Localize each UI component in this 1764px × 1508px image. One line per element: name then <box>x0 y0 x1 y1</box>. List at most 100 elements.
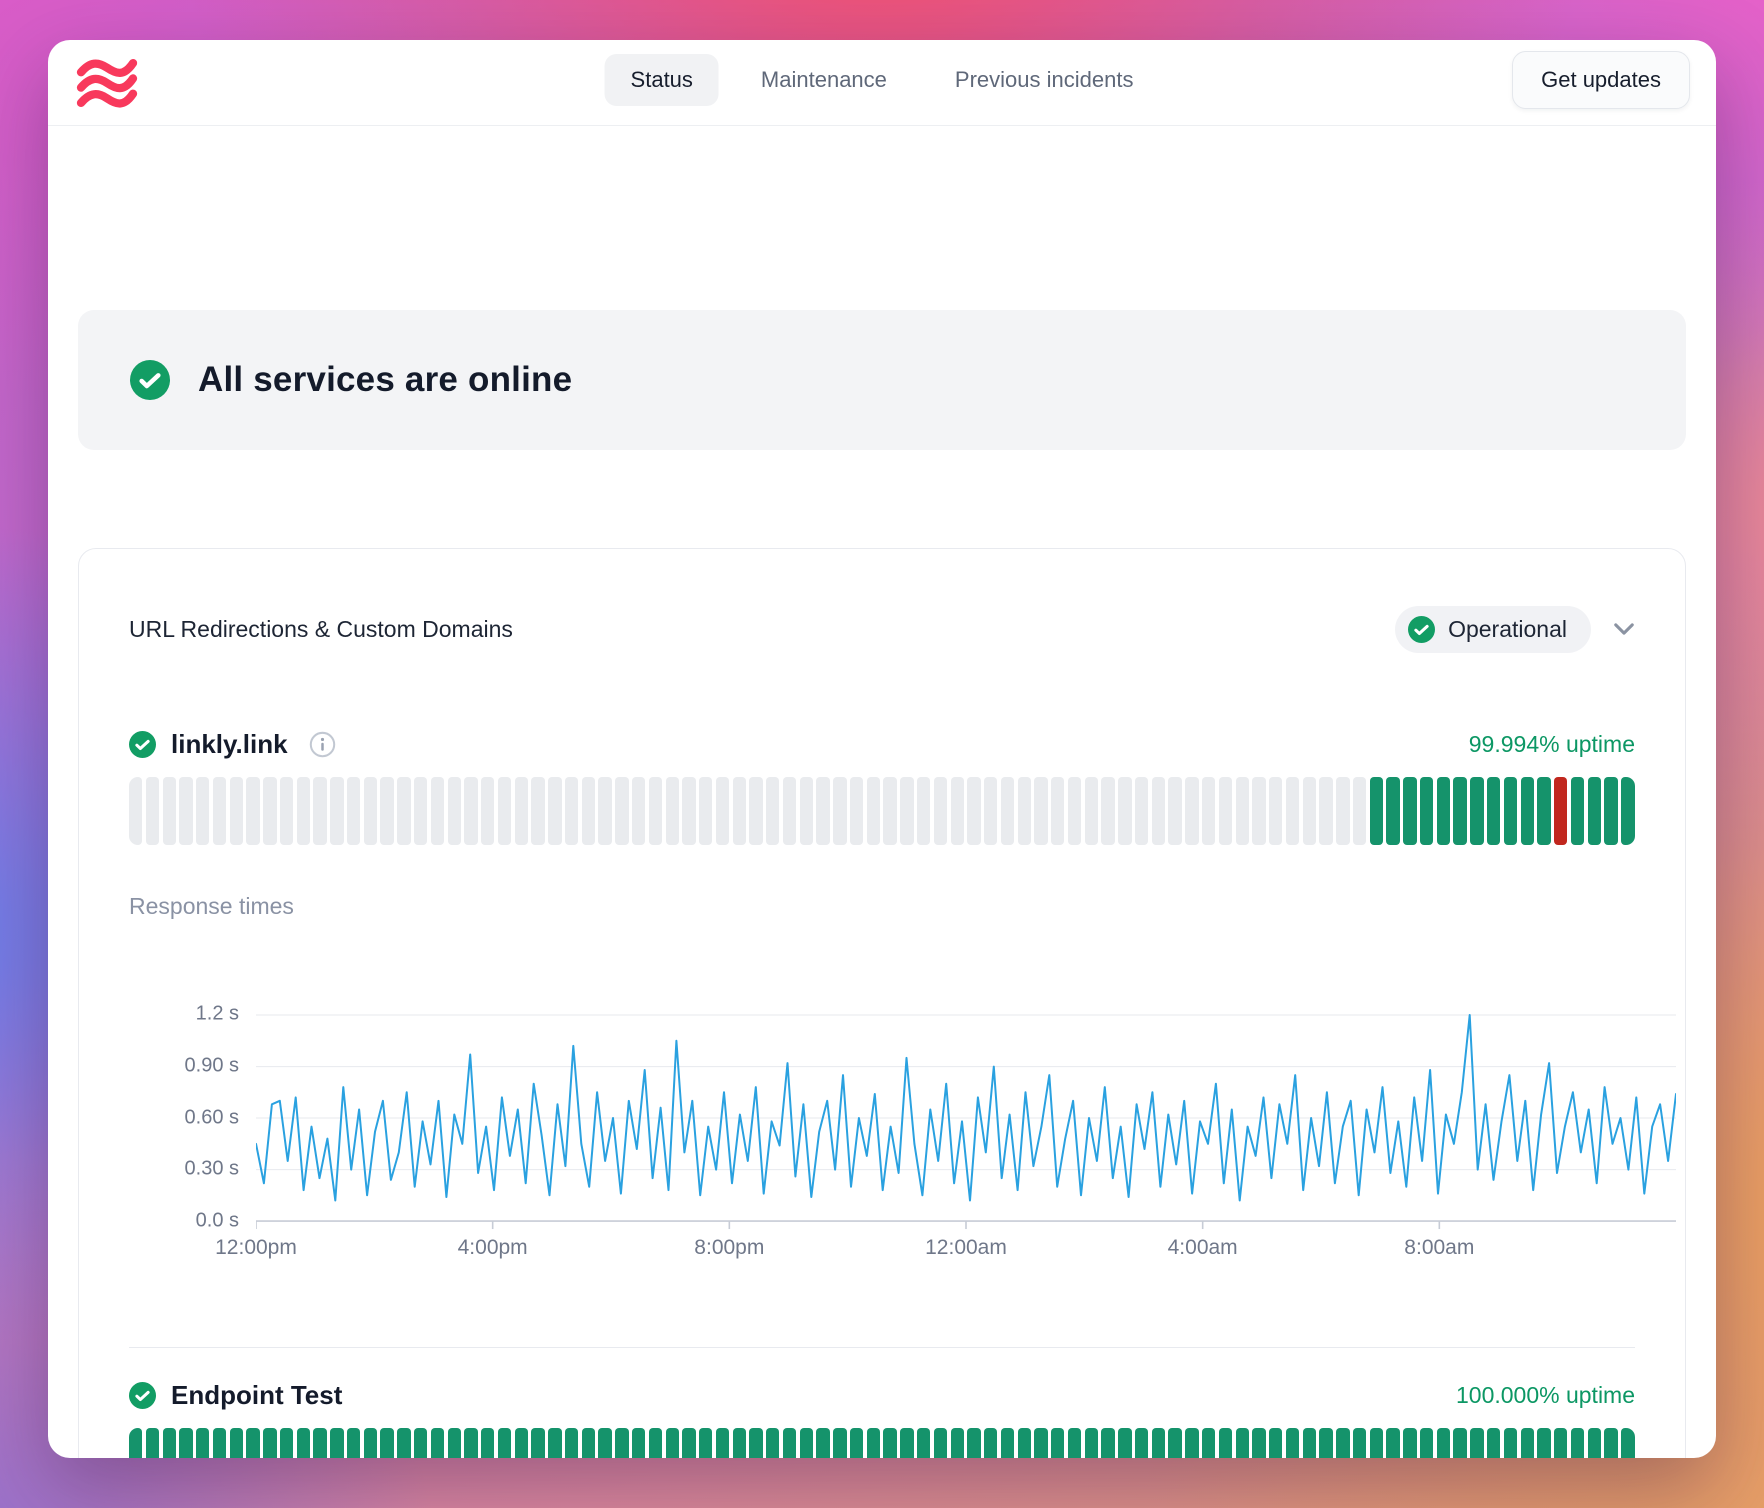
uptime-segment-up <box>364 1428 377 1458</box>
tab-maintenance[interactable]: Maintenance <box>735 54 913 106</box>
uptime-segment-empty <box>196 777 209 845</box>
x-tick-label: 8:00am <box>1404 1236 1474 1260</box>
uptime-segment-empty <box>934 777 947 845</box>
uptime-segment-empty <box>397 777 410 845</box>
uptime-segment-empty <box>967 777 980 845</box>
y-tick-label: 0.0 s <box>196 1210 239 1233</box>
uptime-segment-up <box>699 1428 712 1458</box>
uptime-segment-up <box>1202 1428 1215 1458</box>
uptime-segment-up <box>1135 1428 1148 1458</box>
uptime-segment-empty <box>1219 777 1232 845</box>
x-tick-label: 4:00am <box>1168 1236 1238 1260</box>
x-tick-label: 12:00am <box>925 1236 1007 1260</box>
uptime-segment-up <box>1068 1428 1081 1458</box>
uptime-segment-empty <box>1001 777 1014 845</box>
uptime-segment-up <box>1521 1428 1534 1458</box>
get-updates-button[interactable]: Get updates <box>1512 51 1690 109</box>
tab-status[interactable]: Status <box>605 54 719 106</box>
uptime-segment-up <box>280 1428 293 1458</box>
uptime-segment-up <box>934 1428 947 1458</box>
uptime-segment-empty <box>1286 777 1299 845</box>
uptime-segment-empty <box>800 777 813 845</box>
uptime-segment-up <box>498 1428 511 1458</box>
uptime-segment-empty <box>1202 777 1215 845</box>
uptime-segment-empty <box>1168 777 1181 845</box>
uptime-segment-down <box>1554 777 1567 845</box>
uptime-segment-empty <box>1269 777 1282 845</box>
response-time-line-series <box>256 1015 1676 1200</box>
uptime-segment-empty <box>766 777 779 845</box>
nav-tabs: Status Maintenance Previous incidents <box>605 54 1160 106</box>
uptime-segment-empty <box>850 777 863 845</box>
uptime-segment-empty <box>414 777 427 845</box>
uptime-segment-up <box>615 1428 628 1458</box>
uptime-segment-up <box>213 1428 226 1458</box>
uptime-segment-empty <box>816 777 829 845</box>
uptime-segment-empty <box>666 777 679 845</box>
uptime-segment-up <box>263 1428 276 1458</box>
uptime-segment-up <box>397 1428 410 1458</box>
uptime-segment-up <box>1554 1428 1567 1458</box>
uptime-segment-empty <box>364 777 377 845</box>
uptime-segment-empty <box>464 777 477 845</box>
x-tick-label: 4:00pm <box>458 1236 528 1260</box>
uptime-segment-up <box>1219 1428 1232 1458</box>
service-name: linkly.link <box>171 729 288 760</box>
uptime-segment-empty <box>481 777 494 845</box>
tab-previous-incidents[interactable]: Previous incidents <box>929 54 1160 106</box>
uptime-segment-empty <box>733 777 746 845</box>
uptime-segment-up <box>1604 777 1617 845</box>
uptime-segment-empty <box>548 777 561 845</box>
uptime-segment-up <box>464 1428 477 1458</box>
uptime-segment-up <box>1386 1428 1399 1458</box>
y-tick-label: 0.30 s <box>185 1158 239 1181</box>
uptime-segment-up <box>917 1428 930 1458</box>
overall-status-banner: All services are online <box>78 310 1686 450</box>
uptime-segment-empty <box>330 777 343 845</box>
uptime-history-bar[interactable] <box>129 777 1635 845</box>
uptime-segment-up <box>1319 1428 1332 1458</box>
uptime-segment-empty <box>1152 777 1165 845</box>
uptime-segment-up <box>1353 1428 1366 1458</box>
uptime-segment-up <box>1018 1428 1031 1458</box>
uptime-segment-up <box>1236 1428 1249 1458</box>
uptime-segment-empty <box>179 777 192 845</box>
uptime-segment-empty <box>129 777 142 845</box>
uptime-segment-up <box>1453 777 1466 845</box>
uptime-segment-up <box>1470 777 1483 845</box>
uptime-segment-up <box>1437 1428 1450 1458</box>
uptime-segment-up <box>1168 1428 1181 1458</box>
uptime-segment-up <box>1386 777 1399 845</box>
service-row-linkly-link: linkly.link 99.994% uptime <box>129 725 1635 763</box>
uptime-segment-up <box>1118 1428 1131 1458</box>
top-nav: Status Maintenance Previous incidents Ge… <box>48 40 1716 126</box>
uptime-segment-up <box>313 1428 326 1458</box>
uptime-segment-empty <box>682 777 695 845</box>
uptime-segment-up <box>1420 777 1433 845</box>
uptime-segment-empty <box>833 777 846 845</box>
info-icon[interactable] <box>309 731 336 758</box>
uptime-segment-up <box>833 1428 846 1458</box>
uptime-segment-empty <box>582 777 595 845</box>
uptime-segment-empty <box>749 777 762 845</box>
service-up-check-icon <box>129 731 156 758</box>
uptime-segment-empty <box>900 777 913 845</box>
y-tick-label: 0.90 s <box>185 1054 239 1077</box>
chevron-down-icon[interactable] <box>1613 622 1635 636</box>
service-group-header: URL Redirections & Custom Domains Operat… <box>129 605 1635 653</box>
x-tick-label: 8:00pm <box>694 1236 764 1260</box>
uptime-segment-up <box>129 1428 142 1458</box>
operational-badge-label: Operational <box>1448 616 1567 643</box>
response-times-chart: 1.2 s0.90 s0.60 s0.30 s0.0 s 12:00pm4:00… <box>129 1014 1635 1263</box>
operational-badge: Operational <box>1395 606 1591 653</box>
uptime-segment-up <box>230 1428 243 1458</box>
brand-logo-waves-icon[interactable] <box>76 57 138 109</box>
uptime-segment-up <box>1504 777 1517 845</box>
service-group-card: URL Redirections & Custom Domains Operat… <box>78 548 1686 1458</box>
uptime-segment-up <box>1470 1428 1483 1458</box>
uptime-segment-up <box>1604 1428 1617 1458</box>
uptime-segment-up <box>448 1428 461 1458</box>
uptime-segment-up <box>1303 1428 1316 1458</box>
uptime-history-bar[interactable] <box>129 1428 1635 1458</box>
uptime-segment-up <box>1588 1428 1601 1458</box>
